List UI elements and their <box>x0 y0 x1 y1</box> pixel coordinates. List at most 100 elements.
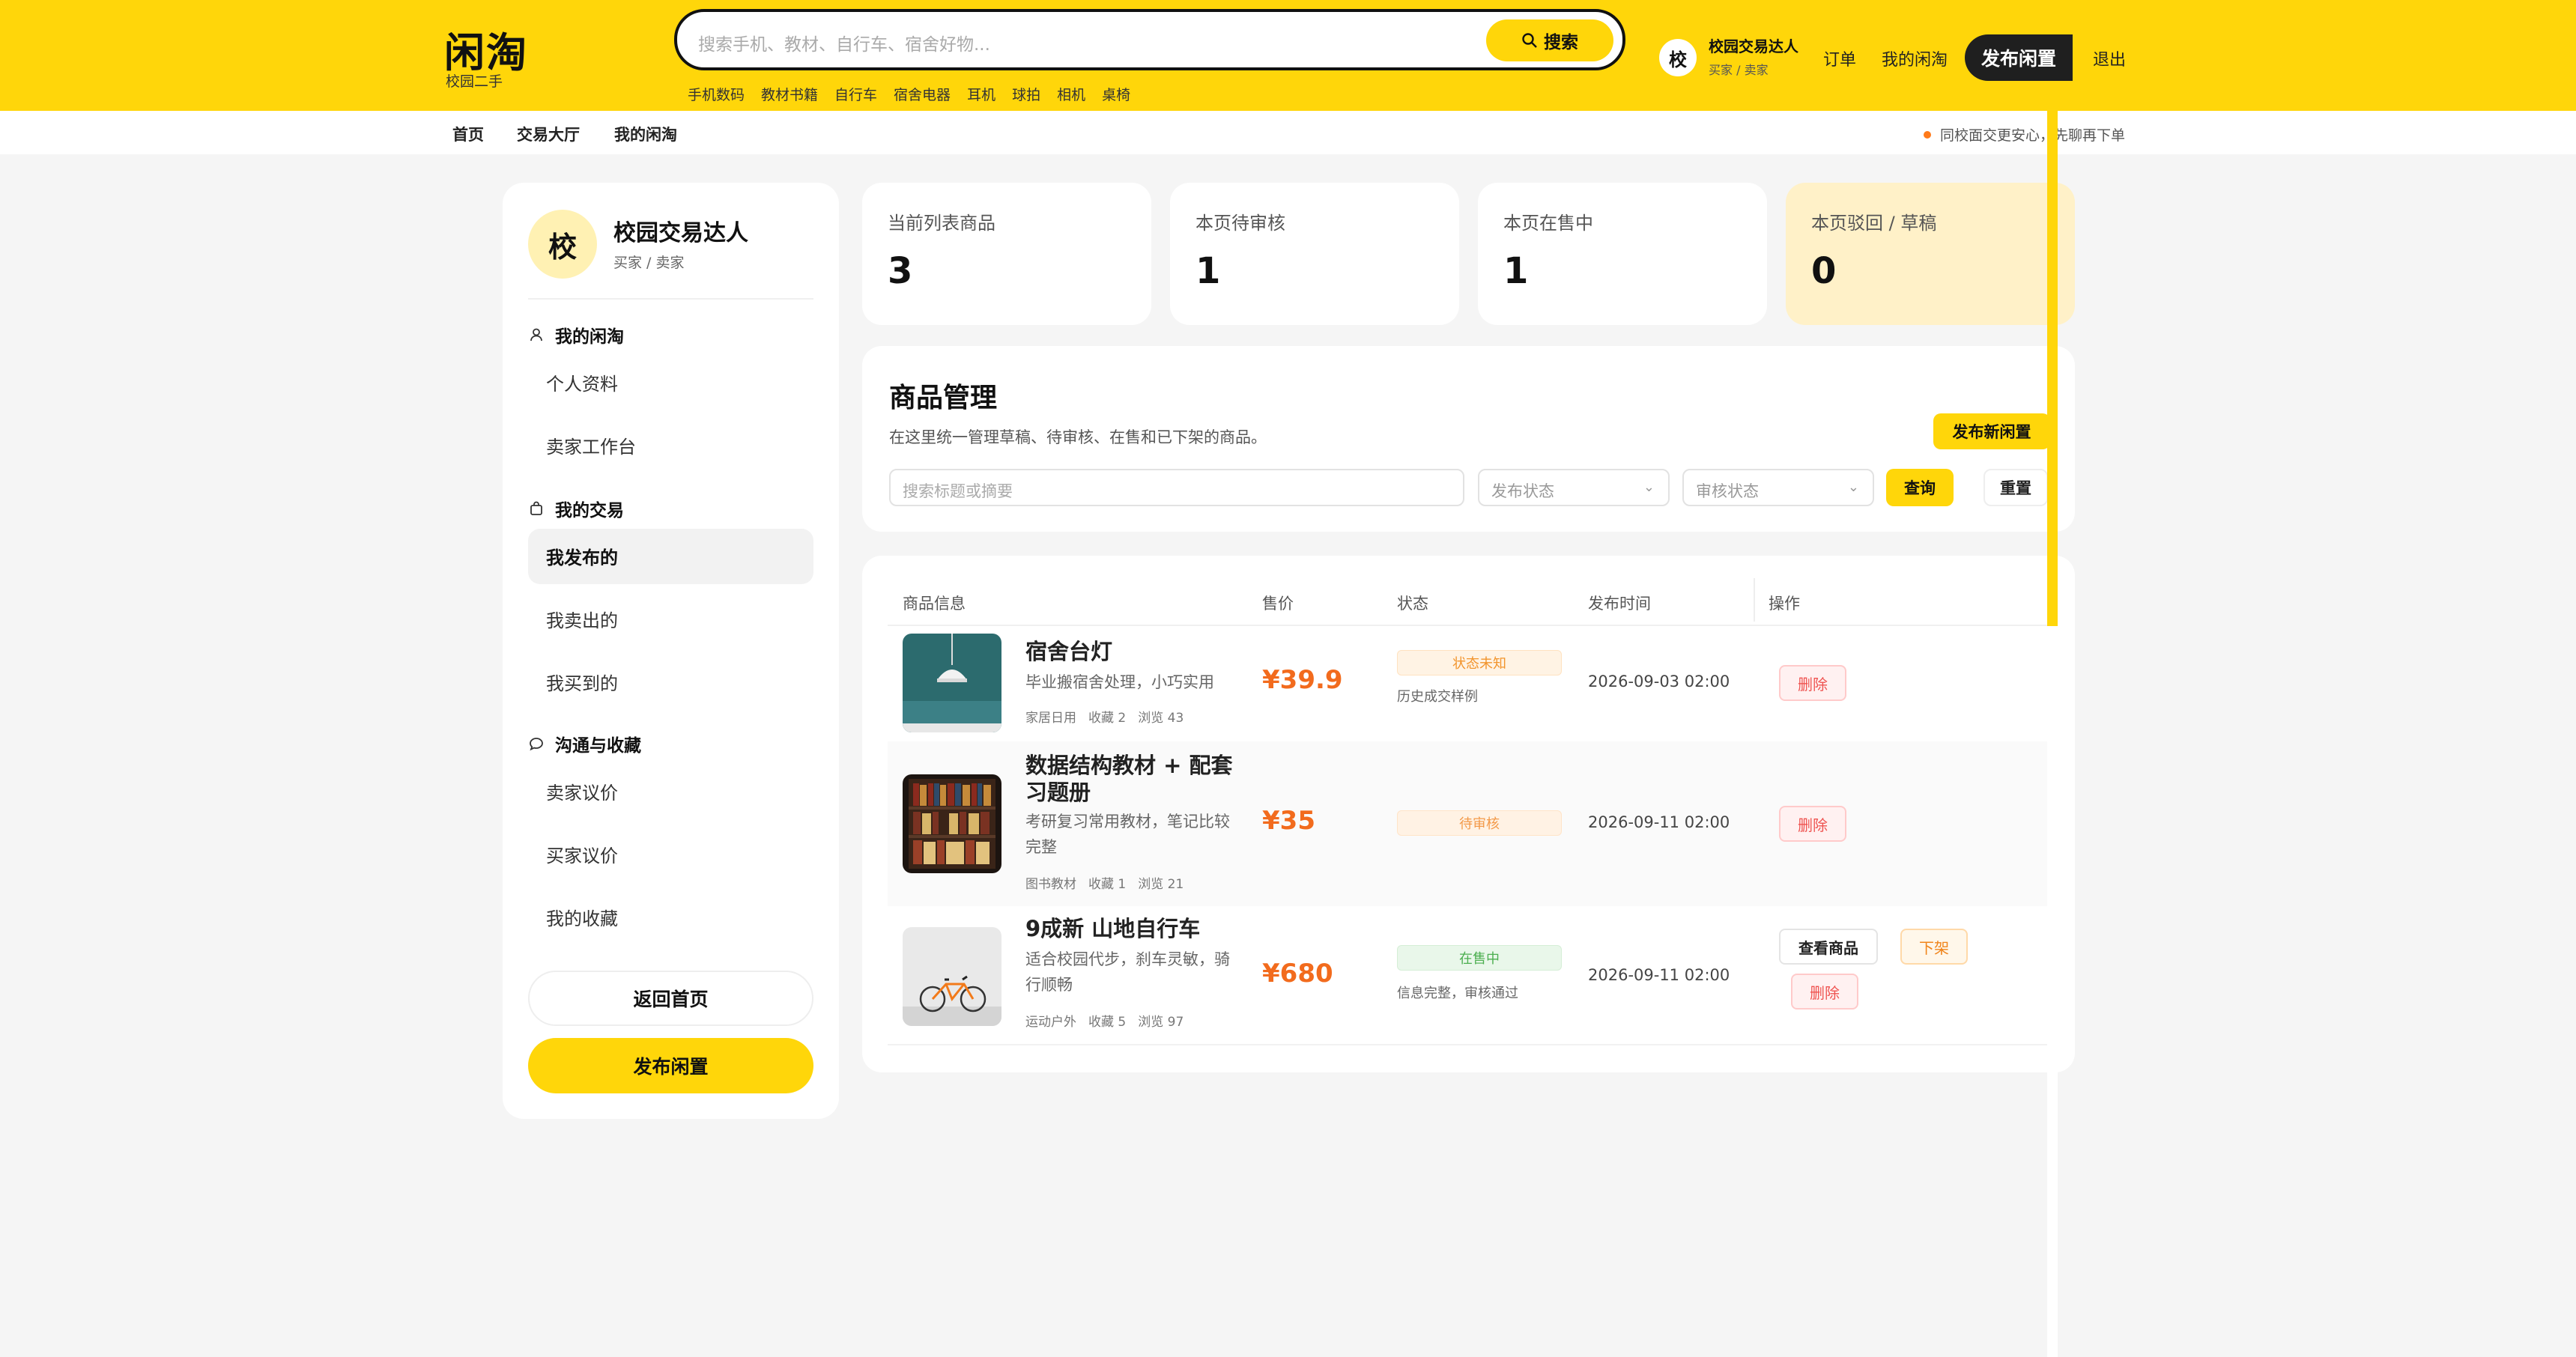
status-badge: 待审核 <box>1397 810 1562 836</box>
sidebar-group-trade: 我的交易 <box>528 496 624 521</box>
notice-dot-icon <box>1924 130 1931 139</box>
sidebar-item-my-bought[interactable]: 我买到的 <box>546 669 618 695</box>
delete-button[interactable]: 删除 <box>1779 806 1846 842</box>
search-icon <box>1522 33 1537 48</box>
my-xiantao-link[interactable]: 我的闲淘 <box>1882 46 1948 70</box>
sidebar-user-role: 买家 / 卖家 <box>613 255 685 271</box>
chevron-down-icon: ⌄ <box>1643 479 1655 495</box>
hot-word[interactable]: 相机 <box>1057 84 1085 104</box>
product-favorites: 收藏 2 <box>1088 711 1127 726</box>
header-publish-button[interactable]: 发布闲置 <box>1965 34 2073 81</box>
search-input[interactable]: 搜索手机、教材、自行车、宿舍好物... <box>698 30 990 55</box>
stat-label: 本页驳回 / 草稿 <box>1811 213 1937 234</box>
page-description: 在这里统一管理草稿、待审核、在售和已下架的商品。 <box>889 428 1267 446</box>
product-thumbnail-bicycle[interactable] <box>903 927 1001 1026</box>
header-avatar[interactable]: 校 <box>1659 39 1697 76</box>
stat-label: 本页待审核 <box>1195 213 1285 234</box>
delete-button[interactable]: 删除 <box>1791 974 1858 1010</box>
hot-word[interactable]: 耳机 <box>967 84 995 104</box>
publish-status-select[interactable]: 发布状态 ⌄ <box>1478 469 1670 506</box>
page-title: 商品管理 <box>889 383 998 413</box>
product-views: 浏览 43 <box>1138 711 1184 726</box>
status-note: 信息完整，审核通过 <box>1397 986 1518 1001</box>
sidebar-item-seller-bargain[interactable]: 卖家议价 <box>546 778 618 804</box>
reset-button[interactable]: 重置 <box>1983 469 2048 506</box>
column-header-status: 状态 <box>1397 595 1428 613</box>
stat-card-total: 当前列表商品 3 <box>862 183 1151 325</box>
stat-card-pending: 本页待审核 1 <box>1170 183 1459 325</box>
delete-button[interactable]: 删除 <box>1779 665 1846 701</box>
search-bar[interactable]: 搜索手机、教材、自行车、宿舍好物... 搜索 <box>674 9 1625 70</box>
sidebar-user-name: 校园交易达人 <box>613 220 748 246</box>
product-thumbnail-bookshelf[interactable] <box>903 774 1001 873</box>
user-icon <box>528 327 545 343</box>
take-down-button[interactable]: 下架 <box>1900 929 1968 965</box>
search-button[interactable]: 搜索 <box>1486 19 1613 61</box>
stat-card-on-sale: 本页在售中 1 <box>1478 183 1767 325</box>
nav-market[interactable]: 交易大厅 <box>517 123 580 145</box>
sidebar-item-my-published[interactable]: 我发布的 <box>546 543 618 569</box>
audit-status-select[interactable]: 审核状态 ⌄ <box>1682 469 1874 506</box>
sidebar-item-buyer-bargain[interactable]: 买家议价 <box>546 841 618 867</box>
stat-value: 1 <box>1503 250 1529 292</box>
product-category: 图书教材 <box>1025 877 1076 892</box>
divider <box>528 298 813 300</box>
product-description: 毕业搬宿舍处理，小巧实用 <box>1025 673 1214 691</box>
product-thumbnail-lamp[interactable] <box>903 634 1001 732</box>
hot-word[interactable]: 自行车 <box>834 84 877 104</box>
status-badge: 状态未知 <box>1397 650 1562 676</box>
scroll-indicator[interactable] <box>2047 82 2058 626</box>
stat-label: 本页在售中 <box>1503 213 1593 234</box>
status-badge: 在售中 <box>1397 945 1562 971</box>
notice-text: 同校面交更安心，先聊再下单 <box>1940 127 2126 144</box>
column-header-time: 发布时间 <box>1588 595 1651 613</box>
hot-word[interactable]: 宿舍电器 <box>894 84 951 104</box>
hot-word[interactable]: 球拍 <box>1012 84 1040 104</box>
product-views: 浏览 21 <box>1138 877 1184 892</box>
sidebar-item-favorites[interactable]: 我的收藏 <box>546 904 618 930</box>
title-search-input[interactable]: 搜索标题或摘要 <box>889 469 1464 506</box>
chevron-down-icon: ⌄ <box>1847 479 1859 495</box>
top-header: 闲淘 校园二手 搜索手机、教材、自行车、宿舍好物... 搜索 手机数码 教材书籍… <box>0 0 2576 111</box>
nav-my[interactable]: 我的闲淘 <box>614 123 677 145</box>
safety-notice: 同校面交更安心，先聊再下单 <box>1924 124 2125 145</box>
product-price: ¥39.9 <box>1262 665 1343 695</box>
product-title[interactable]: 数据结构教材 + 配套习题册 <box>1025 752 1243 806</box>
back-home-button[interactable]: 返回首页 <box>528 971 813 1026</box>
site-logo-subtitle: 校园二手 <box>446 73 503 90</box>
product-meta: 图书教材 收藏 1 浏览 21 <box>1025 873 1184 892</box>
publish-time: 2026-09-03 02:00 <box>1588 673 1730 690</box>
table-row: 9成新 山地自行车 适合校园代步，刹车灵敏，骑行顺畅 运动户外 收藏 5 浏览 … <box>888 906 2056 1045</box>
column-header-price: 售价 <box>1262 595 1294 613</box>
nav-home[interactable]: 首页 <box>452 123 484 145</box>
logout-link[interactable]: 退出 <box>2093 46 2126 70</box>
sidebar-item-profile[interactable]: 个人资料 <box>546 369 618 395</box>
table-row: 数据结构教材 + 配套习题册 考研复习常用教材，笔记比较完整 图书教材 收藏 1… <box>888 741 2056 906</box>
product-title[interactable]: 宿舍台灯 <box>1025 638 1243 665</box>
stat-value: 0 <box>1811 250 1837 292</box>
orders-link[interactable]: 订单 <box>1823 46 1856 70</box>
hot-word[interactable]: 桌椅 <box>1102 84 1130 104</box>
row-divider <box>888 1044 2056 1045</box>
product-category: 家居日用 <box>1025 711 1076 726</box>
publish-new-button[interactable]: 发布新闲置 <box>1933 413 2050 449</box>
sidebar-item-my-sold[interactable]: 我卖出的 <box>546 606 618 632</box>
sub-navigation: 首页 交易大厅 我的闲淘 同校面交更安心，先聊再下单 <box>0 111 2576 154</box>
publish-status-label: 发布状态 <box>1491 482 1554 500</box>
column-header-actions: 操作 <box>1769 595 1800 613</box>
sidebar-avatar: 校 <box>528 210 597 279</box>
product-description: 适合校园代步，刹车灵敏，骑行顺畅 <box>1025 950 1230 994</box>
header-user-name[interactable]: 校园交易达人 <box>1709 34 1798 56</box>
query-button[interactable]: 查询 <box>1886 469 1954 506</box>
hot-word[interactable]: 教材书籍 <box>761 84 818 104</box>
product-title[interactable]: 9成新 山地自行车 <box>1025 915 1243 942</box>
table-row: 宿舍台灯 毕业搬宿舍处理，小巧实用 家居日用 收藏 2 浏览 43 ¥39.9 … <box>888 626 2056 741</box>
sidebar-group-label: 沟通与收藏 <box>555 736 641 756</box>
view-product-button[interactable]: 查看商品 <box>1779 929 1878 965</box>
stat-value: 1 <box>1195 250 1221 292</box>
hot-word[interactable]: 手机数码 <box>688 84 745 104</box>
sidebar-publish-button[interactable]: 发布闲置 <box>528 1038 813 1093</box>
sidebar-item-seller-workbench[interactable]: 卖家工作台 <box>546 432 636 458</box>
product-category: 运动户外 <box>1025 1015 1076 1030</box>
product-meta: 家居日用 收藏 2 浏览 43 <box>1025 707 1184 726</box>
